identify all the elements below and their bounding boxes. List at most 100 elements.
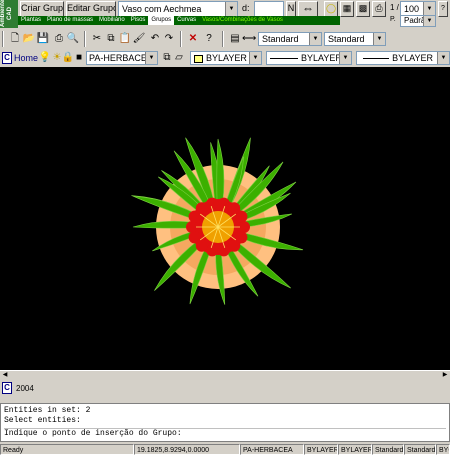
text-style-select[interactable]: Standard ▼ — [258, 32, 322, 46]
preview-icon[interactable]: 🔍 — [66, 32, 80, 46]
chevron-down-icon: ▼ — [373, 33, 385, 45]
separator — [180, 31, 182, 47]
chevron-down-icon: ▼ — [423, 16, 435, 26]
pattern-icon[interactable]: ▩ — [356, 1, 370, 17]
c-icon: C — [2, 382, 12, 394]
model-tab-label[interactable]: 2004 — [16, 384, 34, 393]
tab-curvas[interactable]: Curvas — [174, 16, 199, 25]
command-line: Entities in set: 2 — [4, 406, 91, 415]
lineweight-select[interactable]: BYLAYER ▼ — [356, 51, 450, 65]
d-input[interactable] — [254, 1, 284, 17]
tab-vasos[interactable]: Vasos/Combinações de Vasos — [199, 16, 286, 25]
open-folder-icon[interactable]: 📂 — [22, 32, 36, 46]
status-color[interactable]: BYLAYER — [304, 444, 338, 455]
status-coords: 19.1825,8.9294,0.0000 — [134, 444, 240, 455]
command-prompt[interactable]: Indique o ponto de inserção do Grupo: — [4, 428, 446, 439]
scroll-right-icon[interactable]: ▶ — [440, 371, 450, 380]
text-style-icon[interactable]: ▤ — [228, 32, 242, 46]
undo-icon[interactable]: ↶ — [148, 32, 162, 46]
group-select[interactable]: Vaso com Aechmea ▼ — [118, 1, 238, 17]
grid-icon[interactable]: ▦ — [340, 1, 354, 17]
flower-bract — [228, 239, 241, 252]
chevron-down-icon: ▼ — [423, 2, 435, 16]
tab-pisos[interactable]: Pisos — [128, 16, 149, 25]
plant-drawing — [131, 137, 304, 305]
linetype-select[interactable]: BYLAYER ▼ — [266, 51, 352, 65]
tab-mobiliario[interactable]: Mobiliário — [96, 16, 128, 25]
balloon-icon[interactable]: ◯ — [324, 1, 338, 17]
flower-bract — [206, 197, 219, 210]
toolbar-grip — [2, 31, 4, 47]
layer-select[interactable]: PA-HERBACEA ▼ — [86, 51, 158, 65]
scroll-left-icon[interactable]: ◀ — [0, 371, 10, 380]
status-extra[interactable]: BYCO — [436, 444, 450, 455]
text-style-value: Standard — [262, 34, 299, 44]
chevron-down-icon: ▼ — [437, 52, 449, 64]
flower-bract — [206, 244, 219, 257]
print-icon[interactable]: ⎙ — [52, 32, 66, 46]
linetype-line — [270, 58, 298, 60]
copy-icon[interactable]: ⧉ — [104, 32, 118, 46]
help-icon[interactable]: ? — [202, 32, 216, 46]
tab-grupos[interactable]: Grupos — [148, 16, 175, 25]
print-icon[interactable]: ⎙ — [372, 1, 386, 17]
dim-style-select[interactable]: Standard ▼ — [324, 32, 386, 46]
drawing-canvas[interactable] — [0, 67, 450, 370]
criar-grupo-button[interactable]: Criar Grupo — [20, 1, 64, 17]
lineweight-select-value: BYLAYER — [392, 53, 433, 63]
new-file-icon[interactable]: 🗋 — [8, 32, 22, 46]
linetype-select-value: BYLAYER — [301, 53, 342, 63]
flower-bract — [217, 197, 230, 210]
app-logo: Ambiente CAD — [0, 0, 18, 28]
chevron-down-icon: ▼ — [145, 52, 157, 64]
group-select-value: Vaso com Aechmea — [122, 4, 202, 14]
layer-color-icon[interactable]: ■ — [72, 51, 86, 65]
color-select[interactable]: BYLAYER ▼ — [190, 51, 262, 65]
n-button[interactable]: N — [286, 1, 296, 17]
status-layer[interactable]: PA-HERBACEA — [240, 444, 304, 455]
home-label[interactable]: Home — [14, 53, 38, 63]
p-label: P. — [390, 16, 396, 23]
chevron-down-icon: ▼ — [249, 52, 261, 64]
close-icon[interactable]: ✕ — [186, 32, 200, 46]
status-linetype[interactable]: BYLAYER — [338, 444, 372, 455]
command-line: Select entities: — [4, 416, 81, 425]
separator — [84, 31, 86, 47]
flower-bract — [195, 202, 208, 215]
command-window[interactable]: Entities in set: 2 Select entities: Indi… — [0, 403, 450, 442]
lineweight-line — [363, 58, 390, 60]
cut-icon[interactable]: ✂ — [90, 32, 104, 46]
scale-select-value: 100 — [404, 4, 420, 14]
separator — [222, 31, 224, 47]
status-bar: Ready 19.1825,8.9294,0.0000 PA-HERBACEA … — [0, 444, 450, 455]
editar-grupos-button[interactable]: Editar Grupos — [66, 1, 116, 17]
flower-bract — [188, 231, 201, 244]
category-tabs: Plantas Plano de massas Mobiliário Pisos Gru… — [18, 16, 340, 25]
help-icon[interactable]: ? — [438, 1, 448, 17]
dim-style-value: Standard — [328, 34, 365, 44]
chevron-down-icon: ▼ — [309, 33, 321, 45]
c-icon: C — [2, 52, 12, 64]
scale-label: 1 / — [390, 3, 399, 12]
tab-plantas[interactable]: Plantas — [18, 16, 44, 25]
color-swatch — [194, 54, 203, 63]
flower-bract — [235, 210, 248, 223]
chevron-down-icon: ▼ — [339, 52, 351, 64]
layer-previous-icon[interactable]: ▱ — [172, 51, 186, 65]
d-label: d: — [242, 3, 250, 13]
chevron-down-icon: ▼ — [225, 2, 237, 16]
status-ready: Ready — [0, 444, 134, 455]
status-textstyle[interactable]: Standard — [372, 444, 404, 455]
status-dimstyle[interactable]: Standard — [404, 444, 436, 455]
save-icon[interactable]: 💾 — [36, 32, 50, 46]
padrao-select[interactable]: Padrão ▼ — [400, 15, 436, 27]
match-properties-icon[interactable]: 🖌 — [132, 32, 146, 46]
layer-select-value: PA-HERBACEA — [89, 53, 153, 63]
paste-icon[interactable]: 📋 — [118, 32, 132, 46]
expand-button[interactable]: ⇔ — [298, 1, 318, 17]
tab-plano-de-massas[interactable]: Plano de massas — [44, 16, 96, 25]
flower-bract — [217, 244, 230, 257]
dim-style-icon[interactable]: ⟷ — [242, 32, 256, 46]
horizontal-scrollbar[interactable]: ◀ ▶ — [0, 370, 450, 380]
redo-icon[interactable]: ↷ — [162, 32, 176, 46]
